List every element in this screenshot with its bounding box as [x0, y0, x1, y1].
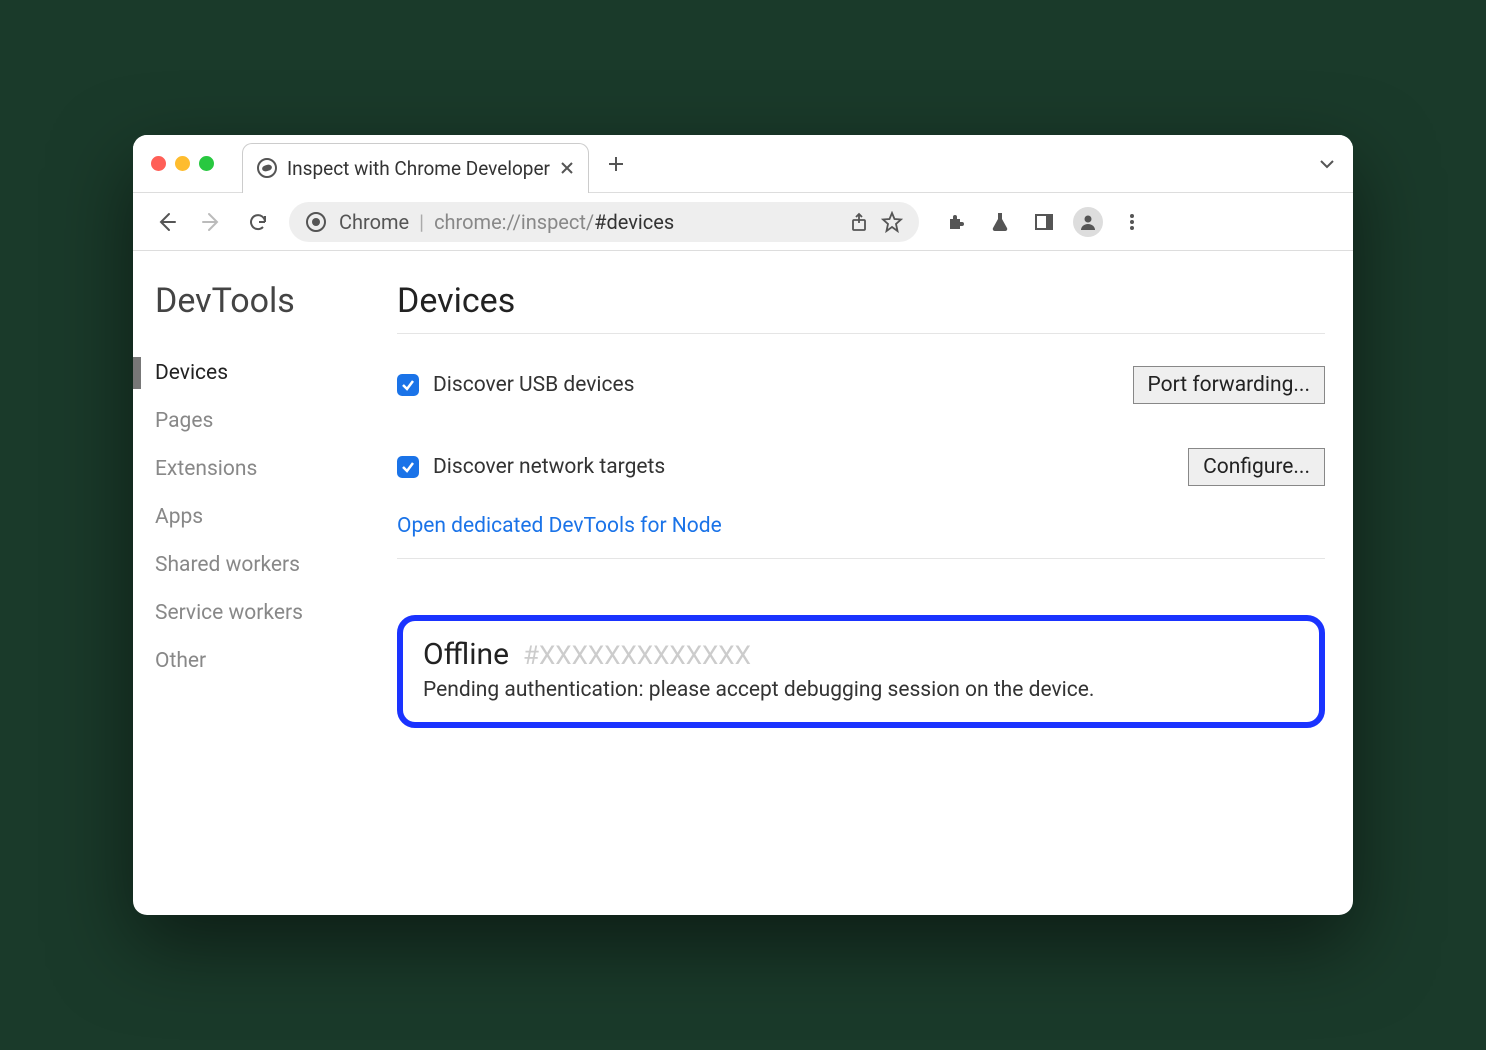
content-area: DevTools Devices Pages Extensions Apps S… [133, 251, 1353, 915]
discover-network-row: Discover network targets Configure... [397, 434, 1325, 500]
main-panel: Devices Discover USB devices Port forwar… [373, 281, 1353, 915]
back-button[interactable] [151, 207, 181, 237]
profile-button[interactable] [1073, 207, 1103, 237]
address-bar[interactable]: Chrome | chrome://inspect/#devices [289, 202, 919, 242]
extensions-icon[interactable] [941, 207, 971, 237]
discover-usb-row: Discover USB devices Port forwarding... [397, 352, 1325, 418]
reload-button[interactable] [243, 207, 273, 237]
check-icon [401, 378, 415, 392]
url-text: Chrome | chrome://inspect/#devices [339, 210, 674, 234]
sidebar-item-devices[interactable]: Devices [155, 349, 373, 397]
minimize-window-button[interactable] [175, 156, 190, 171]
offline-device-hash: #XXXXXXXXXXXXX [523, 641, 751, 671]
open-devtools-node-link[interactable]: Open dedicated DevTools for Node [397, 500, 1325, 559]
discover-network-checkbox[interactable] [397, 456, 419, 478]
url-separator: | [419, 210, 424, 234]
discover-usb-checkbox[interactable] [397, 374, 419, 396]
offline-status-label: Offline [423, 637, 509, 672]
sidebar-item-extensions[interactable]: Extensions [155, 445, 373, 493]
tab-title: Inspect with Chrome Developer [287, 157, 550, 180]
configure-button[interactable]: Configure... [1188, 448, 1325, 486]
sidebar-item-service-workers[interactable]: Service workers [155, 589, 373, 637]
titlebar: Inspect with Chrome Developer [133, 135, 1353, 193]
sidebar-item-other[interactable]: Other [155, 637, 373, 685]
sidebar-title: DevTools [155, 281, 373, 321]
browser-tab[interactable]: Inspect with Chrome Developer [242, 143, 589, 193]
url-scheme-label: Chrome [339, 210, 409, 234]
offline-device-box: Offline #XXXXXXXXXXXXX Pending authentic… [397, 615, 1325, 728]
globe-icon [257, 158, 277, 178]
sidebar-item-shared-workers[interactable]: Shared workers [155, 541, 373, 589]
maximize-window-button[interactable] [199, 156, 214, 171]
check-icon [401, 460, 415, 474]
offline-message: Pending authentication: please accept de… [423, 678, 1299, 702]
side-panel-icon[interactable] [1029, 207, 1059, 237]
close-tab-button[interactable] [560, 161, 574, 175]
forward-button[interactable] [197, 207, 227, 237]
star-icon[interactable] [881, 211, 903, 233]
new-tab-button[interactable] [607, 155, 625, 173]
chrome-icon [305, 211, 327, 233]
traffic-lights [151, 156, 214, 171]
toolbar-actions [941, 207, 1147, 237]
sidebar-item-pages[interactable]: Pages [155, 397, 373, 445]
toolbar: Chrome | chrome://inspect/#devices [133, 193, 1353, 251]
sidebar: DevTools Devices Pages Extensions Apps S… [133, 281, 373, 915]
menu-icon[interactable] [1117, 207, 1147, 237]
discover-usb-label: Discover USB devices [433, 373, 635, 397]
chevron-down-icon[interactable] [1319, 159, 1335, 169]
close-window-button[interactable] [151, 156, 166, 171]
url-path: chrome://inspect/ [434, 210, 594, 234]
labs-icon[interactable] [985, 207, 1015, 237]
discover-network-label: Discover network targets [433, 455, 665, 479]
port-forwarding-button[interactable]: Port forwarding... [1133, 366, 1325, 404]
browser-window: Inspect with Chrome Developer Chrome [133, 135, 1353, 915]
url-hash: #devices [594, 210, 674, 234]
sidebar-item-apps[interactable]: Apps [155, 493, 373, 541]
page-title: Devices [397, 281, 1325, 334]
offline-heading-row: Offline #XXXXXXXXXXXXX [423, 637, 1299, 672]
share-icon[interactable] [849, 212, 869, 232]
